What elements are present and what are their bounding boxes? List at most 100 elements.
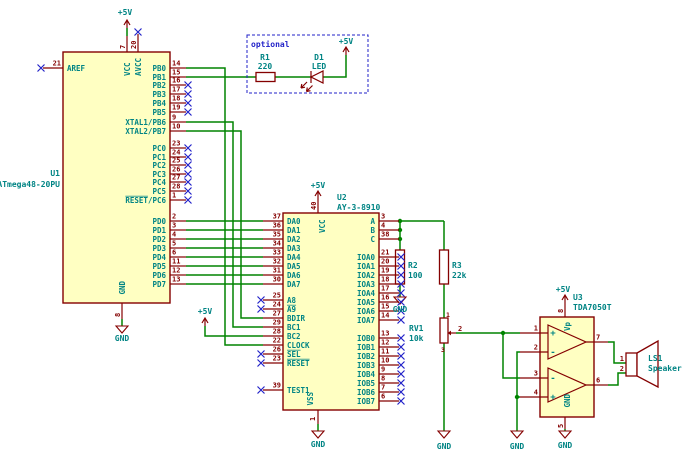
svg-text:DA1: DA1 xyxy=(287,226,301,235)
pin-6: 6 xyxy=(594,377,608,386)
svg-text:RESET: RESET xyxy=(287,359,310,368)
svg-text:22: 22 xyxy=(273,337,281,345)
gnd-label: GND xyxy=(311,440,326,449)
d1-ref: D1 xyxy=(314,53,324,62)
svg-text:23: 23 xyxy=(273,355,281,363)
svg-text:18: 18 xyxy=(172,95,180,103)
ls1-value: Speaker xyxy=(648,364,682,373)
svg-text:RESET/PC6: RESET/PC6 xyxy=(125,196,166,205)
plus5v-label: +5V xyxy=(118,8,133,17)
svg-text:A: A xyxy=(370,217,375,226)
svg-text:DA6: DA6 xyxy=(287,271,301,280)
u2-ref: U2 xyxy=(337,193,347,202)
plus5v-arrow xyxy=(124,20,130,28)
svg-text:A8: A8 xyxy=(287,296,297,305)
junction-dot xyxy=(501,331,505,335)
svg-text:IOA6: IOA6 xyxy=(357,307,376,316)
svg-text:35: 35 xyxy=(273,231,281,239)
ls1-pin2-number: 2 xyxy=(620,365,624,373)
svg-text:19: 19 xyxy=(381,267,389,275)
svg-text:8: 8 xyxy=(114,313,122,317)
svg-text:8: 8 xyxy=(557,309,565,313)
svg-text:16: 16 xyxy=(172,77,180,85)
rv1-wiper-arrow xyxy=(448,331,456,336)
gnd-label: GND xyxy=(437,442,452,451)
svg-text:23: 23 xyxy=(172,140,180,148)
svg-text:28: 28 xyxy=(172,183,180,191)
r2-ref: R2 xyxy=(408,261,418,270)
plus5v-label: +5V xyxy=(556,285,571,294)
svg-text:6: 6 xyxy=(596,377,600,385)
svg-text:34: 34 xyxy=(273,240,281,248)
svg-text:13: 13 xyxy=(381,330,389,338)
svg-text:3: 3 xyxy=(381,213,385,221)
svg-text:2: 2 xyxy=(172,213,176,221)
svg-text:17: 17 xyxy=(381,285,389,293)
gnd-symbol xyxy=(559,431,571,438)
svg-text:28: 28 xyxy=(273,328,281,336)
svg-text:IOA3: IOA3 xyxy=(357,280,376,289)
svg-text:19: 19 xyxy=(172,104,180,112)
rv1-ref: RV1 xyxy=(409,324,424,333)
svg-text:30: 30 xyxy=(273,276,281,284)
svg-text:PD7: PD7 xyxy=(152,280,166,289)
svg-text:26: 26 xyxy=(172,166,180,174)
svg-text:B: B xyxy=(370,226,375,235)
wire-segment xyxy=(323,55,346,77)
svg-text:BC1: BC1 xyxy=(287,323,301,332)
svg-text:PC5: PC5 xyxy=(152,187,166,196)
svg-text:IOA1: IOA1 xyxy=(357,262,376,271)
svg-text:PD1: PD1 xyxy=(152,226,166,235)
r1-ref: R1 xyxy=(260,53,270,62)
plus5v-label: +5V xyxy=(339,37,354,46)
svg-text:6: 6 xyxy=(381,393,385,401)
svg-text:26: 26 xyxy=(273,346,281,354)
gnd-label: GND xyxy=(393,305,408,314)
r1-value: 220 xyxy=(258,62,273,71)
r2-value: 100 xyxy=(408,271,423,280)
svg-text:+: + xyxy=(550,329,556,339)
svg-text:13: 13 xyxy=(172,276,180,284)
svg-text:PD3: PD3 xyxy=(152,244,166,253)
svg-text:AVCC: AVCC xyxy=(134,58,143,76)
svg-text:CLOCK: CLOCK xyxy=(287,341,310,350)
svg-text:5: 5 xyxy=(172,240,176,248)
d1-value: LED xyxy=(312,62,327,71)
svg-text:C: C xyxy=(370,235,375,244)
r1-body xyxy=(256,73,275,82)
svg-text:24: 24 xyxy=(273,301,281,309)
svg-text:1: 1 xyxy=(172,192,176,200)
svg-text:IOA5: IOA5 xyxy=(357,298,375,307)
svg-text:IOB0: IOB0 xyxy=(357,334,376,343)
svg-text:9: 9 xyxy=(172,114,176,122)
svg-text:15: 15 xyxy=(172,69,180,77)
plus5v-arrow xyxy=(315,191,321,199)
svg-text:IOB3: IOB3 xyxy=(357,361,376,370)
gnd-label: GND xyxy=(510,442,525,451)
svg-text:6: 6 xyxy=(172,249,176,257)
svg-text:27: 27 xyxy=(273,310,281,318)
svg-text:4: 4 xyxy=(381,222,385,230)
svg-text:3: 3 xyxy=(534,370,538,378)
svg-text:BDIR: BDIR xyxy=(287,314,306,323)
plus5v-arrow xyxy=(202,318,208,326)
r3-value: 22k xyxy=(452,271,467,280)
svg-text:-: - xyxy=(550,374,555,384)
svg-text:IOA7: IOA7 xyxy=(357,316,375,325)
svg-text:XTAL2/PB7: XTAL2/PB7 xyxy=(125,127,166,136)
junction-dots xyxy=(398,219,519,399)
svg-text:12: 12 xyxy=(381,339,389,347)
svg-text:25: 25 xyxy=(273,292,281,300)
svg-text:GND: GND xyxy=(118,281,127,295)
svg-text:IOA2: IOA2 xyxy=(357,271,375,280)
svg-text:PB4: PB4 xyxy=(152,99,166,108)
svg-text:IOB7: IOB7 xyxy=(357,397,375,406)
svg-text:12: 12 xyxy=(172,267,180,275)
svg-text:24: 24 xyxy=(172,149,180,157)
svg-text:20: 20 xyxy=(381,258,389,266)
svg-text:5: 5 xyxy=(557,424,565,428)
svg-text:PD6: PD6 xyxy=(152,271,166,280)
pin-7: 7 xyxy=(594,334,608,343)
svg-text:37: 37 xyxy=(273,213,281,221)
svg-text:36: 36 xyxy=(273,222,281,230)
